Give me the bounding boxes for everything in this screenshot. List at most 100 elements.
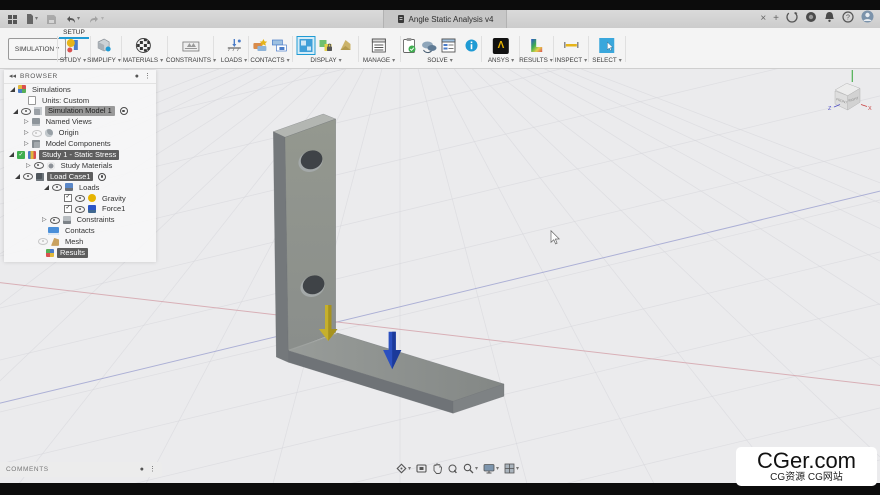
expander-closed-icon[interactable]: ▷ xyxy=(26,163,31,169)
workspace-selector-label: SIMULATION xyxy=(15,46,54,53)
tree-label: Model Components xyxy=(43,139,114,149)
comments-dot-icon[interactable]: ● xyxy=(140,466,144,473)
units-document-icon xyxy=(28,96,36,105)
expander-open-icon[interactable] xyxy=(9,152,14,157)
document-title: Angle Static Analysis v4 xyxy=(409,15,494,24)
help-icon[interactable]: ? xyxy=(842,10,854,28)
expander-closed-icon[interactable]: ▷ xyxy=(42,217,47,223)
expander-open-icon[interactable] xyxy=(15,174,20,179)
expander-closed-icon[interactable]: ▷ xyxy=(24,130,29,136)
tree-item-named-views[interactable]: ▷ Named Views xyxy=(4,117,156,128)
expander-open-icon[interactable] xyxy=(44,185,49,190)
display-label: DISPLAY xyxy=(310,57,336,64)
display-settings-icon[interactable]: ▾ xyxy=(483,463,499,474)
comments-menu-icon[interactable]: ⋮ xyxy=(149,466,156,473)
info-icon[interactable] xyxy=(465,37,479,54)
toolbar-group-manage[interactable]: MANAGE▾ xyxy=(363,36,395,64)
degrees-of-freedom-icon xyxy=(338,37,355,54)
fit-icon[interactable] xyxy=(416,463,427,474)
expander-open-icon[interactable] xyxy=(10,87,15,92)
undo-icon[interactable]: ▾ xyxy=(65,15,80,24)
toolbar-group-ansys[interactable]: Λ ANSYS▾ xyxy=(488,36,514,64)
fusion360-window: FRONT RIGHT Z X ▾ ▾ xyxy=(0,0,880,495)
grid-layout-icon[interactable]: ▾ xyxy=(504,463,519,474)
tree-item-units[interactable]: Units: Custom xyxy=(4,95,156,106)
ribbon-toolbar: SIMULATION ▾ SETUP STUDY▾ SIMPLIFY▾ MATE… xyxy=(0,28,880,69)
toolbar-group-constraints[interactable]: CONSTRAINTS▾ xyxy=(166,36,216,64)
materials-label: MATERIALS xyxy=(123,57,158,64)
extensions-icon[interactable] xyxy=(805,10,817,28)
notifications-bell-icon[interactable] xyxy=(824,10,835,28)
look-at-icon[interactable] xyxy=(447,463,458,474)
tree-item-contacts[interactable]: Contacts xyxy=(4,226,156,237)
file-menu-icon[interactable]: ▾ xyxy=(26,14,38,24)
results-label: RESULTS xyxy=(519,57,548,64)
tree-item-mesh[interactable]: Mesh xyxy=(4,236,156,247)
visibility-eye-icon[interactable] xyxy=(52,184,62,191)
tree-item-simulations[interactable]: Simulations xyxy=(4,84,156,95)
toolbar-group-solve[interactable]: SOLVE▾ xyxy=(402,36,479,64)
comments-bar[interactable]: COMMENTS ● ⋮ xyxy=(0,462,162,477)
close-tab-icon[interactable]: × xyxy=(760,14,766,24)
tree-label: Results xyxy=(57,248,88,258)
tree-item-gravity[interactable]: ✓ Gravity xyxy=(4,193,156,204)
toolbar-group-materials[interactable]: MATERIALS▾ xyxy=(123,36,163,64)
simplify-icon xyxy=(96,37,113,54)
tree-item-load-case1[interactable]: Load Case1 xyxy=(4,171,156,182)
display-dot-icon[interactable]: ● xyxy=(135,73,139,80)
tree-item-constraints[interactable]: ▷ Constraints xyxy=(4,215,156,226)
force1-checkbox[interactable]: ✓ xyxy=(64,205,72,213)
job-status-icon[interactable] xyxy=(786,10,798,28)
navigation-bar: ▾ ▾ ▾ ▾ xyxy=(396,463,519,474)
expander-closed-icon[interactable]: ▷ xyxy=(24,119,29,125)
visibility-eye-icon[interactable] xyxy=(75,195,85,202)
toolbar-group-select[interactable]: SELECT▾ xyxy=(592,36,622,64)
toolbar-group-loads[interactable]: LOADS▾ xyxy=(221,36,247,64)
tree-item-origin[interactable]: ▷ Origin xyxy=(4,128,156,139)
app-grid-icon[interactable] xyxy=(8,15,17,24)
user-avatar[interactable] xyxy=(861,10,874,28)
browser-header: ◂◂ BROWSER ● ⋮ xyxy=(4,70,156,84)
visibility-eye-icon[interactable] xyxy=(32,130,42,137)
activate-radio-icon[interactable] xyxy=(120,107,128,115)
redo-icon[interactable]: ▾ xyxy=(89,15,104,24)
orbit-icon[interactable]: ▾ xyxy=(396,463,411,474)
gravity-icon xyxy=(88,194,96,202)
tree-item-model-components[interactable]: ▷ Model Components xyxy=(4,138,156,149)
results-icon-small xyxy=(46,249,54,257)
visibility-eye-icon[interactable] xyxy=(21,108,31,115)
tree-item-force1[interactable]: ✓ Force1 xyxy=(4,204,156,215)
toolbar-group-study[interactable]: STUDY▾ xyxy=(60,36,86,64)
gravity-checkbox[interactable]: ✓ xyxy=(64,194,72,202)
tree-item-study-materials[interactable]: ▷ Study Materials xyxy=(4,160,156,171)
toolbar-group-simplify[interactable]: SIMPLIFY▾ xyxy=(87,36,121,64)
panel-collapse-icon[interactable]: ◂◂ xyxy=(9,73,16,80)
tab-setup[interactable]: SETUP xyxy=(60,29,88,36)
toolbar-group-display[interactable]: DISPLAY▾ xyxy=(298,36,355,64)
visibility-eye-icon[interactable] xyxy=(75,206,85,213)
toolbar-group-contacts[interactable]: CONTACTS▾ xyxy=(250,36,289,64)
toolbar-group-results[interactable]: RESULTS▾ xyxy=(519,36,553,64)
visibility-eye-icon[interactable] xyxy=(23,173,33,180)
expander-closed-icon[interactable]: ▷ xyxy=(24,141,29,147)
expander-open-icon[interactable] xyxy=(13,109,18,114)
browser-menu-icon[interactable]: ⋮ xyxy=(144,73,151,80)
tree-item-study-1[interactable]: ✓ Study 1 - Static Stress xyxy=(4,149,156,160)
tree-item-results[interactable]: Results xyxy=(4,247,156,258)
toolbar-group-inspect[interactable]: INSPECT▾ xyxy=(555,36,587,64)
pan-hand-icon[interactable] xyxy=(432,463,442,474)
save-icon[interactable] xyxy=(47,15,56,24)
tree-label: Named Views xyxy=(43,117,95,127)
tree-item-loads[interactable]: Loads xyxy=(4,182,156,193)
new-tab-icon[interactable]: + xyxy=(773,14,779,24)
activate-radio-icon[interactable] xyxy=(98,173,106,181)
tree-label: Loads xyxy=(76,183,102,193)
visibility-eye-icon[interactable] xyxy=(38,238,48,245)
select-icon xyxy=(598,37,615,54)
visibility-eye-icon[interactable] xyxy=(34,162,44,169)
zoom-icon[interactable]: ▾ xyxy=(463,463,478,474)
visibility-eye-icon[interactable] xyxy=(50,217,60,224)
tree-item-simulation-model-1[interactable]: Simulation Model 1 xyxy=(4,106,156,117)
undo-caret: ▾ xyxy=(77,16,80,22)
document-tab[interactable]: Angle Static Analysis v4 xyxy=(383,10,507,28)
